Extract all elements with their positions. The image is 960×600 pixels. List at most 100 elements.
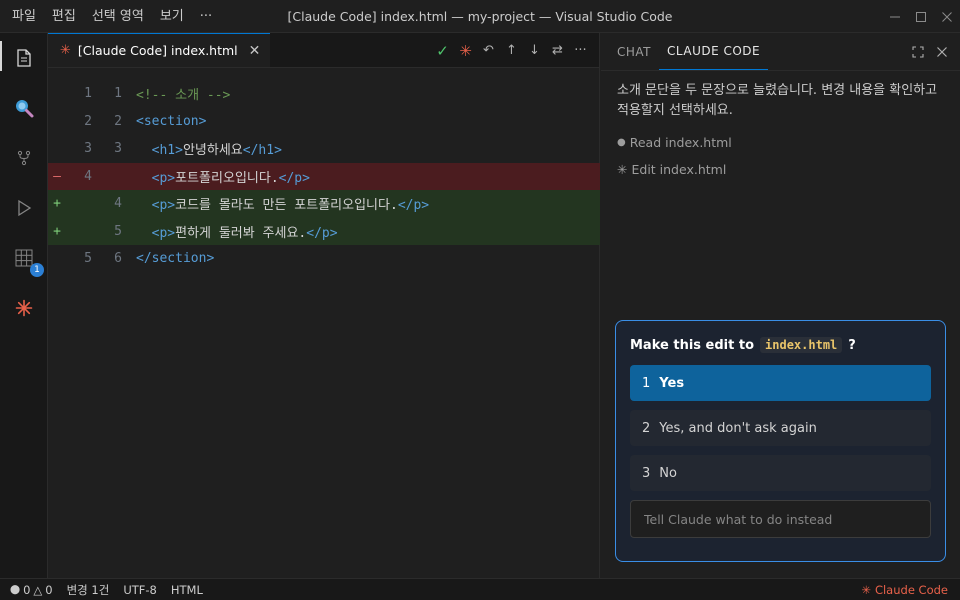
window-controls: [882, 0, 960, 33]
option-yes-dont-ask[interactable]: 2 Yes, and don't ask again: [630, 410, 931, 446]
tab-claude-code[interactable]: CLAUDE CODE: [659, 33, 769, 70]
step-edit: ✳ Edit index.html: [601, 156, 960, 183]
line-number-new: 3: [114, 141, 122, 157]
changes-status[interactable]: 변경 1건: [67, 582, 110, 598]
maximize-icon: [916, 11, 926, 22]
claude-spark-icon: ✳: [861, 583, 871, 597]
error-icon: ⬤: [10, 584, 21, 595]
title-bar: 파일 편집 선택 영역 보기 ··· [Claude Code] index.h…: [0, 0, 960, 33]
line-number-new: 1: [114, 86, 122, 102]
arrow-down-icon[interactable]: ↓: [524, 40, 545, 62]
source-control-icon: [17, 150, 31, 166]
minimize-icon: [890, 16, 900, 17]
step-label: Edit index.html: [631, 162, 727, 177]
line-number-new: 6: [114, 251, 122, 267]
search-icon: [16, 100, 34, 118]
code-text: <p>코드를 몰라도 만든 포트폴리오입니다.</p>: [151, 198, 430, 214]
menu-selection[interactable]: 선택 영역: [84, 0, 152, 33]
file-chip: index.html: [760, 337, 843, 353]
claude-panel: CHAT CLAUDE CODE 소개 문단을 두 문장으로 늘렸습니다. 변경…: [601, 33, 960, 578]
editor-area: ✳ [Claude Code] index.html ✕ ✓ ✳ ↶ ↑ ↓ ⇄…: [48, 33, 600, 578]
run-icon: [18, 199, 32, 217]
tab-index-html[interactable]: ✳ [Claude Code] index.html ✕: [48, 33, 271, 67]
line-number-old: 5: [84, 251, 92, 267]
tab-label: [Claude Code] index.html: [77, 43, 238, 58]
line-number-old: 2: [84, 113, 92, 129]
claude-spark-icon: [15, 299, 33, 317]
code-text: <section>: [136, 113, 207, 129]
tab-chat[interactable]: CHAT: [609, 33, 659, 70]
menu-bar: 파일 편집 선택 영역 보기 ···: [0, 0, 220, 32]
editor-tab-bar: ✳ [Claude Code] index.html ✕ ✓ ✳ ↶ ↑ ↓ ⇄…: [48, 33, 599, 68]
expand-icon: [912, 46, 924, 58]
close-icon: [937, 47, 947, 57]
panel-tab-bar: CHAT CLAUDE CODE: [601, 33, 960, 71]
status-bar: ⬤ 0 △ 0 변경 1건 UTF-8 HTML ✳ Claude Code: [0, 578, 960, 600]
code-text: <p>편하게 둘러봐 주세요.</p>: [151, 225, 338, 241]
claude-status[interactable]: ✳ Claude Code: [861, 579, 948, 600]
diff-line: 2 2 <section>: [48, 108, 600, 136]
close-tab-icon[interactable]: ✕: [249, 43, 261, 59]
menu-file[interactable]: 파일: [4, 0, 44, 33]
diff-line-removed: – 4 <p>포트폴리오입니다.</p>: [48, 162, 600, 190]
activity-source-control[interactable]: [0, 133, 48, 183]
activity-extensions[interactable]: 1: [0, 233, 48, 283]
line-number-new: 4: [114, 196, 122, 212]
menu-more[interactable]: ···: [192, 0, 220, 33]
line-number-new: 2: [114, 113, 122, 129]
diff-line: 1 1 <!-- 소개 -->: [48, 80, 600, 108]
diff-view[interactable]: 1 1 <!-- 소개 --> 2 2 <section> 3 3 <h1>안녕…: [48, 80, 600, 273]
menu-view[interactable]: 보기: [152, 0, 192, 33]
menu-edit[interactable]: 편집: [44, 0, 84, 33]
close-panel-button[interactable]: [934, 44, 950, 60]
expand-panel-button[interactable]: [910, 44, 926, 60]
dialog-question: Make this edit to index.html ?: [630, 337, 856, 353]
files-icon: [17, 49, 31, 67]
undo-icon[interactable]: ↶: [478, 40, 499, 62]
code-text: </section>: [136, 251, 215, 267]
warning-icon: △: [33, 582, 43, 597]
bullet-icon: ●: [617, 137, 626, 148]
line-number-new: 5: [114, 223, 122, 239]
activity-run-debug[interactable]: [0, 183, 48, 233]
code-text: <h1>안녕하세요</h1>: [151, 143, 282, 159]
option-yes[interactable]: 1 Yes: [630, 365, 931, 401]
accept-check-icon[interactable]: ✓: [432, 40, 453, 62]
diff-marker: +: [53, 223, 61, 239]
code-text: <p>포트폴리오입니다.</p>: [151, 170, 310, 186]
activity-claude[interactable]: [0, 283, 48, 333]
diff-line: 5 6 </section>: [48, 245, 600, 273]
option-no[interactable]: 3 No: [630, 455, 931, 491]
code-text: <!-- 소개 -->: [136, 88, 231, 104]
assistant-message: 소개 문단을 두 문장으로 늘렸습니다. 변경 내용을 확인하고 적용할지 선택…: [617, 83, 938, 118]
arrow-up-icon[interactable]: ↑: [501, 40, 522, 62]
instead-input[interactable]: [630, 500, 931, 538]
permission-dialog: Make this edit to index.html ? 1 Yes 2 Y…: [615, 320, 946, 562]
diff-marker: +: [53, 196, 61, 212]
claude-spark-icon: ✳: [60, 43, 71, 58]
step-label: Read index.html: [629, 135, 732, 150]
diff-marker: –: [53, 168, 61, 184]
notification-badge: 1: [30, 263, 44, 277]
step-read: ● Read index.html: [601, 129, 960, 156]
close-icon: [942, 11, 952, 22]
swap-icon[interactable]: ⇄: [547, 40, 568, 62]
activity-explorer[interactable]: [0, 33, 48, 83]
line-number-old: 3: [84, 141, 92, 157]
diff-line-added: + 4 <p>코드를 몰라도 만든 포트폴리오입니다.</p>: [48, 190, 600, 218]
minimize-button[interactable]: [882, 0, 908, 33]
claude-spark-icon[interactable]: ✳: [455, 40, 476, 62]
more-actions-icon[interactable]: ···: [570, 40, 591, 62]
language-status[interactable]: HTML: [171, 583, 203, 597]
line-number-old: 1: [84, 86, 92, 102]
activity-bar: 1: [0, 33, 48, 578]
grid-icon: [15, 249, 33, 267]
problems-status[interactable]: ⬤ 0 △ 0: [10, 583, 53, 597]
encoding-status[interactable]: UTF-8: [123, 583, 157, 597]
line-number-old: 4: [84, 168, 92, 184]
editor-actions: ✓ ✳ ↶ ↑ ↓ ⇄ ···: [432, 33, 591, 68]
maximize-button[interactable]: [908, 0, 934, 33]
activity-search[interactable]: [0, 83, 48, 133]
close-window-button[interactable]: [934, 0, 960, 33]
claude-spark-icon: ✳: [617, 162, 628, 177]
